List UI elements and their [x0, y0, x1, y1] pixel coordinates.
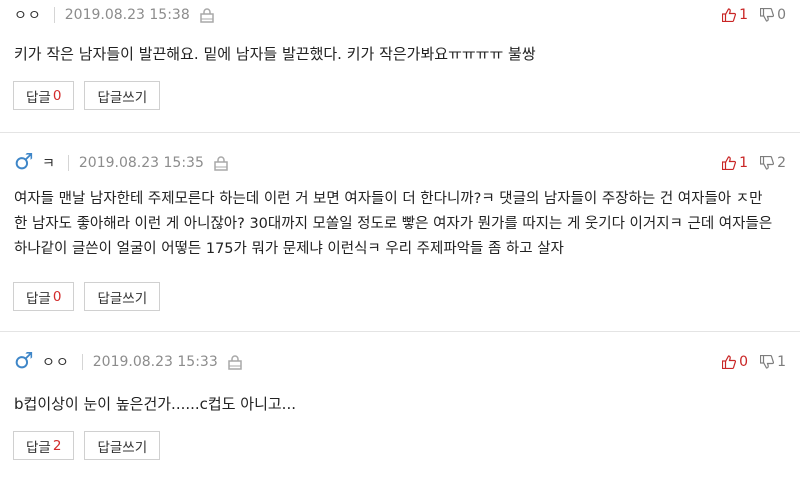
reply-count: 0 [52, 288, 62, 305]
comment-text-line: 하나같이 글쓴이 얼굴이 어떻든 175가 뭐가 문제냐 이런식ㅋ 우리 주제파… [14, 241, 564, 257]
comment-text: b컵이상이 눈이 높은건가......c컵도 아니고... [14, 395, 296, 413]
upvote-button[interactable]: 1 [722, 7, 748, 23]
reply-label: 답글 [26, 439, 51, 456]
downvote-button[interactable]: 0 [760, 7, 786, 23]
comment-meta: ㅇㅇ 2019.08.23 15:38 [14, 3, 214, 27]
reply-label: 답글 [26, 89, 51, 106]
write-reply-button[interactable]: 답글쓰기 [84, 431, 161, 460]
male-icon: ♂ [14, 150, 34, 175]
comment-text: 여자들 맨날 남자한테 주제모른다 하는데 이런 거 보면 여자들이 더 한다니… [14, 187, 786, 262]
write-reply-button[interactable]: 답글쓰기 [84, 81, 161, 110]
downvote-count: 1 [777, 354, 786, 370]
vote-box: 0 1 [722, 350, 786, 374]
comment-nickname[interactable]: ㅋ [42, 153, 56, 173]
upvote-count: 1 [739, 7, 749, 23]
comment-meta: ♂ ㅇㅇ 2019.08.23 15:33 [14, 350, 242, 374]
thumbs-up-icon [722, 8, 737, 22]
downvote-count: 0 [777, 7, 786, 23]
meta-divider [53, 7, 55, 23]
male-icon: ♂ [14, 349, 34, 374]
comment-nickname[interactable]: ㅇㅇ [42, 352, 70, 372]
thumbs-down-icon [760, 355, 775, 369]
comment-actions: 답글 0 답글쓰기 [13, 282, 170, 311]
upvote-button[interactable]: 0 [722, 354, 748, 370]
comment-meta: ♂ ㅋ 2019.08.23 15:35 [14, 151, 228, 175]
comment-nickname[interactable]: ㅇㅇ [14, 5, 42, 25]
upvote-count: 1 [739, 155, 749, 171]
downvote-button[interactable]: 2 [760, 155, 786, 171]
thumbs-up-icon [722, 355, 737, 369]
thumbs-down-icon [760, 156, 775, 170]
comment-text-line: 여자들 맨날 남자한테 주제모른다 하는데 이런 거 보면 여자들이 더 한다니… [14, 191, 763, 207]
meta-divider [81, 354, 83, 370]
comment-text: 키가 작은 남자들이 발끈해요. 밑에 남자들 발끈했다. 키가 작은가봐요ㅠㅠ… [14, 45, 536, 63]
thumbs-up-icon [722, 156, 737, 170]
thumbs-down-icon [760, 8, 775, 22]
reply-label: 답글 [26, 290, 51, 307]
lock-icon[interactable] [214, 155, 228, 171]
lock-icon[interactable] [227, 354, 242, 370]
lock-icon[interactable] [199, 7, 214, 23]
upvote-count: 0 [739, 354, 749, 370]
downvote-count: 2 [777, 155, 786, 171]
vote-box: 1 2 [722, 151, 786, 175]
downvote-button[interactable]: 1 [760, 354, 786, 370]
comment-actions: 답글 2 답글쓰기 [13, 431, 170, 460]
comment-date: 2019.08.23 15:33 [92, 354, 218, 370]
reply-count: 2 [52, 437, 62, 454]
comment-date: 2019.08.23 15:35 [78, 155, 204, 171]
comment-text-line: 한 남자도 좋아해라 이런 게 아니잖아? 30대까지 모쏠일 정도로 빻은 여… [14, 216, 773, 232]
upvote-button[interactable]: 1 [722, 155, 748, 171]
reply-toggle-button[interactable]: 답글 2 [13, 431, 75, 460]
write-reply-button[interactable]: 답글쓰기 [84, 282, 161, 311]
comment-actions: 답글 0 답글쓰기 [13, 81, 170, 110]
vote-box: 1 0 [722, 3, 786, 27]
comment-date: 2019.08.23 15:38 [64, 7, 190, 23]
reply-count: 0 [52, 87, 62, 104]
meta-divider [67, 155, 69, 171]
reply-toggle-button[interactable]: 답글 0 [13, 81, 75, 110]
reply-toggle-button[interactable]: 답글 0 [13, 282, 75, 311]
